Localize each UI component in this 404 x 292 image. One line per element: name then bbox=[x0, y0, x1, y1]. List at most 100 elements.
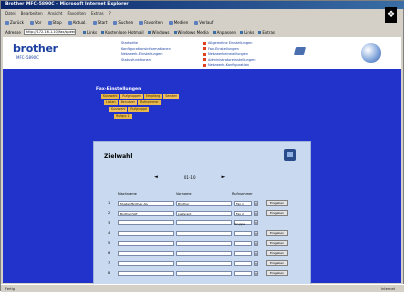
chevron-down-icon[interactable]: ▾ bbox=[254, 200, 258, 206]
tab-rufgruppe[interactable]: Rufgruppe bbox=[128, 107, 149, 112]
prev-page-icon[interactable]: ◄ bbox=[154, 174, 158, 180]
tab-kurzwahl-sub[interactable]: Kurzwahl bbox=[109, 107, 128, 112]
row-number: 6 bbox=[108, 251, 111, 255]
number-field[interactable] bbox=[234, 230, 252, 236]
last-name-field[interactable] bbox=[118, 240, 174, 246]
star-icon bbox=[139, 20, 144, 25]
tab-rufgrp1[interactable]: Rufgrp 1 bbox=[114, 114, 132, 119]
enter-button[interactable]: Eingeben bbox=[266, 230, 289, 236]
chevron-down-icon[interactable]: ▾ bbox=[254, 270, 258, 276]
chevron-down-icon[interactable]: ▾ bbox=[254, 220, 258, 225]
search-button[interactable]: Suchen bbox=[113, 20, 133, 25]
tab-listen[interactable]: Listen bbox=[104, 100, 118, 105]
number-field[interactable] bbox=[234, 250, 252, 256]
number-field[interactable] bbox=[234, 240, 252, 246]
chevron-down-icon[interactable]: ▾ bbox=[254, 240, 258, 246]
page-header: brother MFC-5890C Startseite Konfigurati… bbox=[3, 37, 401, 69]
enter-button[interactable]: Eingeben bbox=[266, 200, 289, 206]
last-name-field[interactable] bbox=[118, 270, 174, 276]
nav-link[interactable]: Allgemeine Einstellungen bbox=[203, 41, 255, 45]
last-name-field[interactable] bbox=[118, 230, 174, 236]
enter-button[interactable]: Eingeben bbox=[266, 240, 289, 246]
last-name-field[interactable] bbox=[118, 260, 174, 266]
number-select[interactable]: ▾ bbox=[234, 240, 258, 246]
enter-button[interactable]: Eingeben bbox=[266, 270, 289, 276]
last-name-field[interactable]: Muster/Brother AG bbox=[118, 200, 174, 206]
stop-button[interactable]: Stop bbox=[47, 20, 62, 25]
number-field[interactable] bbox=[234, 260, 252, 266]
enter-button[interactable]: Eingeben bbox=[266, 250, 289, 256]
links-item[interactable]: Windows Media bbox=[173, 30, 209, 35]
first-name-field[interactable]: Lieferant bbox=[176, 210, 232, 216]
chevron-down-icon[interactable]: ▾ bbox=[254, 210, 258, 216]
number-select[interactable]: ▾ bbox=[234, 250, 258, 256]
menu-bar: Datei Bearbeiten Ansicht Favoriten Extra… bbox=[1, 10, 404, 17]
table-row: 1 Muster/Brother AG Brother Fax 1 ▾ Eingeben bbox=[108, 200, 289, 206]
number-select[interactable]: Fax 2 ▾ bbox=[234, 210, 258, 216]
back-button[interactable]: Zurück bbox=[5, 20, 24, 25]
first-name-field[interactable]: Brother bbox=[176, 200, 232, 206]
number-field[interactable]: Fax 2 bbox=[234, 210, 252, 216]
brand-logo[interactable]: brother bbox=[13, 42, 58, 55]
enter-button[interactable]: Eingeben bbox=[266, 210, 289, 216]
tab-kurzwahl[interactable]: Kurzwahl bbox=[101, 94, 120, 99]
last-name-field[interactable]: Brother/VAT bbox=[118, 210, 174, 216]
menu-ansicht[interactable]: Ansicht bbox=[48, 10, 63, 17]
menu-extras[interactable]: Extras bbox=[91, 10, 104, 17]
tab-rufgruppen[interactable]: Rufgruppen bbox=[120, 94, 144, 99]
nav-link[interactable]: Konfigurationsinformationen bbox=[121, 47, 171, 51]
links-item[interactable]: Links bbox=[82, 30, 97, 35]
chevron-down-icon[interactable]: ▾ bbox=[254, 250, 258, 256]
first-name-field[interactable] bbox=[176, 240, 232, 246]
media-icon bbox=[168, 20, 173, 25]
number-select[interactable]: ▾ bbox=[234, 270, 258, 276]
menu-bearbeiten[interactable]: Bearbeiten bbox=[21, 10, 43, 17]
links-item[interactable]: Links bbox=[240, 30, 254, 35]
home-button[interactable]: Start bbox=[92, 20, 107, 25]
next-page-icon[interactable]: ► bbox=[221, 174, 225, 180]
chevron-down-icon[interactable]: ▾ bbox=[254, 260, 258, 266]
first-name-field[interactable] bbox=[176, 230, 232, 236]
first-name-field[interactable] bbox=[176, 270, 232, 276]
nav-link[interactable]: Netzwerk-Konfiguration bbox=[203, 63, 255, 67]
header-nav-right: Allgemeine Einstellungen Fax-Einstellung… bbox=[203, 41, 255, 67]
last-name-field[interactable] bbox=[118, 250, 174, 256]
nav-link[interactable]: Startseite bbox=[121, 41, 171, 45]
tab-senden[interactable]: Senden bbox=[163, 94, 180, 99]
history-button[interactable]: Verlauf bbox=[194, 20, 213, 25]
nav-link[interactable]: Netzwerkeinstellungen bbox=[203, 52, 255, 56]
link-icon bbox=[82, 30, 86, 34]
tab-empfang[interactable]: Empfang bbox=[144, 94, 163, 99]
forward-button[interactable]: Vor bbox=[29, 20, 42, 25]
breadcrumb: Kurzwahl Rufgruppe bbox=[109, 107, 149, 112]
links-item[interactable]: Kostenlose Hotmail bbox=[101, 30, 144, 35]
number-select[interactable]: ▾ bbox=[234, 230, 258, 236]
tab-rufnummer[interactable]: Rufnummer bbox=[137, 100, 161, 105]
nav-link[interactable]: Administratoreinstellungen bbox=[203, 58, 255, 62]
first-name-field[interactable] bbox=[176, 260, 232, 266]
refresh-button[interactable]: Aktual. bbox=[67, 20, 87, 25]
favorites-button[interactable]: Favoriten bbox=[139, 20, 163, 25]
links-item[interactable]: Anpassen bbox=[212, 30, 236, 35]
first-name-field[interactable] bbox=[176, 250, 232, 256]
number-select[interactable]: Fax 1 ▾ bbox=[234, 200, 258, 206]
chevron-down-icon[interactable]: ▾ bbox=[254, 230, 258, 236]
links-item[interactable]: Windows bbox=[147, 30, 170, 35]
link-icon bbox=[258, 30, 262, 34]
nav-link[interactable]: Statusfunktionen bbox=[121, 58, 171, 62]
last-name-field[interactable] bbox=[118, 220, 174, 225]
media-button[interactable]: Medien bbox=[168, 20, 188, 25]
enter-button[interactable]: Eingeben bbox=[266, 260, 289, 266]
menu-datei[interactable]: Datei bbox=[5, 10, 16, 17]
nav-link[interactable]: Fax-Einstellungen bbox=[203, 47, 255, 51]
menu-favoriten[interactable]: Favoriten bbox=[67, 10, 86, 17]
first-name-field[interactable] bbox=[176, 220, 232, 225]
number-field[interactable] bbox=[234, 270, 252, 276]
number-select[interactable]: ▾ bbox=[234, 260, 258, 266]
nav-link[interactable]: Netzwerk-Einstellungen bbox=[121, 52, 171, 56]
menu-help[interactable]: ? bbox=[109, 10, 111, 17]
address-input[interactable]: http://172.16.1.10/fax/speed.html bbox=[23, 29, 76, 35]
links-item[interactable]: Extras bbox=[258, 30, 275, 35]
tab-benutzer[interactable]: Benutzer bbox=[118, 100, 137, 105]
number-field[interactable]: Fax 1 bbox=[234, 200, 252, 206]
